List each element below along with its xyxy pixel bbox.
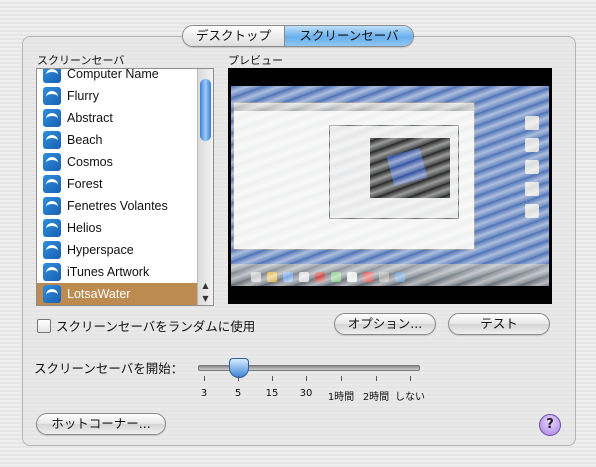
- list-item[interactable]: Forest: [37, 173, 197, 195]
- list-item[interactable]: Computer Name: [37, 69, 197, 85]
- list-item[interactable]: Abstract: [37, 107, 197, 129]
- list-title: スクリーンセーバ: [37, 54, 125, 67]
- preview-image: [231, 86, 549, 286]
- tick-label: 30: [299, 388, 313, 399]
- screensaver-icon: [43, 241, 61, 259]
- tick-label: 1時間: [327, 392, 355, 403]
- tab-bar: デスクトップ スクリーンセーバ: [182, 25, 414, 47]
- screensaver-icon: [43, 153, 61, 171]
- screensaver-icon: [43, 219, 61, 237]
- list-item[interactable]: Cosmos: [37, 151, 197, 173]
- list-item[interactable]: Fenetres Volantes: [37, 195, 197, 217]
- list-item[interactable]: Helios: [37, 217, 197, 239]
- start-label: スクリーンセーバを開始：: [34, 361, 184, 376]
- start-slider-knob[interactable]: [229, 358, 249, 378]
- list-item[interactable]: Flurry: [37, 85, 197, 107]
- preview-title: プレビュー: [228, 54, 283, 67]
- screensaver-icon: [43, 109, 61, 127]
- list-item[interactable]: iTunes Artwork: [37, 261, 197, 283]
- screensaver-icon: [43, 175, 61, 193]
- random-checkbox-label: スクリーンセーバをランダムに使用: [56, 319, 256, 334]
- screensaver-icon: [43, 131, 61, 149]
- scroll-thumb[interactable]: [200, 79, 211, 141]
- list-item[interactable]: Beach: [37, 129, 197, 151]
- screensaver-icon: [43, 285, 61, 303]
- tab-desktop[interactable]: デスクトップ: [183, 26, 285, 46]
- test-button[interactable]: テスト: [448, 313, 550, 335]
- tick-label: しない: [395, 392, 425, 403]
- help-icon[interactable]: ?: [539, 414, 561, 436]
- screensaver-icon: [43, 87, 61, 105]
- screensaver-icon: [43, 197, 61, 215]
- random-checkbox[interactable]: [37, 318, 51, 333]
- hot-corners-button[interactable]: ホットコーナー...: [36, 413, 166, 435]
- list-item[interactable]: Hyperspace: [37, 239, 197, 261]
- screensaver-icon: [43, 263, 61, 281]
- random-checkbox-row[interactable]: スクリーンセーバをランダムに使用: [37, 316, 255, 335]
- preview-pane: [228, 68, 552, 304]
- screensaver-icon: [43, 69, 61, 83]
- list-scrollbar[interactable]: ▲ ▼: [197, 69, 213, 305]
- options-button[interactable]: オプション...: [334, 313, 436, 335]
- scroll-up-arrow-icon[interactable]: ▲: [198, 279, 213, 292]
- scroll-down-arrow-icon[interactable]: ▼: [198, 292, 213, 305]
- screensaver-list[interactable]: Computer Name Flurry Abstract Beach Cosm…: [36, 68, 214, 306]
- tab-screensaver[interactable]: スクリーンセーバ: [285, 26, 413, 46]
- list-item-selected[interactable]: LotsaWater: [37, 283, 197, 305]
